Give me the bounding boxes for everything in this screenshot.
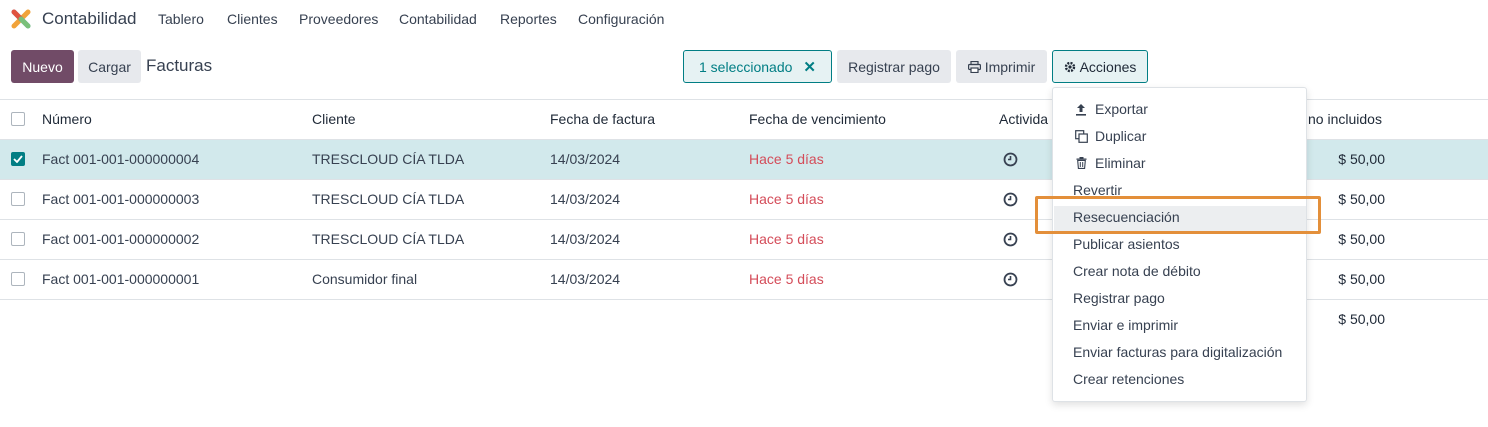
nav-item-configuracion[interactable]: Configuración: [578, 11, 664, 27]
menu-item-register-payment[interactable]: Registrar pago: [1073, 290, 1165, 306]
clock-icon[interactable]: [1003, 192, 1018, 207]
menu-item-label: Duplicar: [1095, 128, 1147, 144]
menu-item-send-print[interactable]: Enviar e imprimir: [1073, 317, 1178, 333]
print-label: Imprimir: [984, 58, 1036, 75]
clock-icon[interactable]: [1003, 272, 1018, 287]
row-checkbox[interactable]: [11, 192, 25, 206]
cell-due-date: Hace 5 días: [749, 191, 824, 207]
cell-customer: TRESCLOUD CÍA TLDA: [312, 231, 465, 247]
menu-item-label: Crear nota de débito: [1073, 263, 1201, 279]
nav-item-clientes[interactable]: Clientes: [227, 11, 278, 27]
nav-item-tablero[interactable]: Tablero: [158, 11, 204, 27]
menu-item-debit-note[interactable]: Crear nota de débito: [1073, 263, 1201, 279]
printer-icon: [967, 60, 981, 73]
copy-icon: [1073, 129, 1089, 143]
print-button[interactable]: Imprimir: [956, 50, 1047, 83]
cell-invoice-date: 14/03/2024: [550, 151, 621, 167]
header-activity[interactable]: Activida: [999, 111, 1048, 127]
trash-icon: [1073, 157, 1089, 169]
cell-customer: TRESCLOUD CÍA TLDA: [312, 191, 465, 207]
actions-button[interactable]: Acciones: [1052, 50, 1148, 83]
menu-item-label: Exportar: [1095, 101, 1148, 117]
clock-icon[interactable]: [1003, 232, 1018, 247]
upload-icon: [1073, 103, 1089, 116]
header-customer[interactable]: Cliente: [312, 111, 356, 127]
clock-icon[interactable]: [1003, 152, 1018, 167]
load-button[interactable]: Cargar: [78, 50, 141, 83]
cell-number: Fact 001-001-000000003: [42, 191, 200, 207]
menu-item-send-digitization[interactable]: Enviar facturas para digitalización: [1073, 344, 1282, 360]
cell-invoice-date: 14/03/2024: [550, 271, 621, 287]
selection-count-label: 1 seleccionado: [699, 58, 793, 75]
menu-item-duplicate[interactable]: Duplicar: [1073, 128, 1146, 144]
header-due-date[interactable]: Fecha de vencimiento: [749, 111, 886, 127]
cell-number: Fact 001-001-000000004: [42, 151, 200, 167]
menu-item-label: Enviar e imprimir: [1073, 317, 1179, 333]
cell-due-date: Hace 5 días: [749, 231, 824, 247]
menu-item-post-entries[interactable]: Publicar asientos: [1073, 236, 1180, 252]
menu-item-create-withholdings[interactable]: Crear retenciones: [1073, 371, 1184, 387]
row-checkbox[interactable]: [11, 232, 25, 246]
clear-selection-icon[interactable]: ✕: [803, 58, 816, 76]
nav-item-contabilidad[interactable]: Contabilidad: [399, 11, 477, 27]
cell-customer: Consumidor final: [312, 271, 418, 287]
menu-item-label: Publicar asientos: [1073, 236, 1180, 252]
cell-invoice-date: 14/03/2024: [550, 231, 621, 247]
nav-item-reportes[interactable]: Reportes: [500, 11, 557, 27]
header-number[interactable]: Número: [42, 111, 92, 127]
row-checkbox[interactable]: [11, 272, 25, 286]
cell-number: Fact 001-001-000000001: [42, 271, 200, 287]
menu-item-export[interactable]: Exportar: [1073, 101, 1148, 117]
cell-number: Fact 001-001-000000002: [42, 231, 200, 247]
row-checkbox[interactable]: [11, 152, 25, 166]
menu-item-label: Registrar pago: [1073, 290, 1165, 306]
select-all-checkbox[interactable]: [11, 112, 25, 126]
top-navbar: Contabilidad Tablero Clientes Proveedore…: [0, 0, 1488, 38]
checkmark-icon: [13, 155, 23, 163]
cell-due-date: Hace 5 días: [749, 271, 824, 287]
cell-invoice-date: 14/03/2024: [550, 191, 621, 207]
accounting-app-icon[interactable]: [11, 9, 32, 30]
app-name[interactable]: Contabilidad: [42, 9, 137, 29]
menu-item-label: Eliminar: [1095, 155, 1146, 171]
selection-badge: 1 seleccionado ✕: [683, 50, 832, 83]
breadcrumb: Facturas: [146, 56, 213, 75]
new-button[interactable]: Nuevo: [11, 50, 74, 83]
nav-item-proveedores[interactable]: Proveedores: [299, 11, 378, 27]
cell-due-date: Hace 5 días: [749, 151, 824, 167]
menu-item-delete[interactable]: Eliminar: [1073, 155, 1146, 171]
actions-label: Acciones: [1079, 58, 1137, 75]
menu-item-label: Crear retenciones: [1073, 371, 1185, 387]
gear-icon: [1064, 61, 1076, 73]
menu-item-label: Enviar facturas para digitalización: [1073, 344, 1283, 360]
register-payment-button[interactable]: Registrar pago: [837, 50, 951, 83]
header-tax-excluded[interactable]: no incluidos: [1308, 111, 1382, 127]
actions-dropdown-menu: Exportar Duplicar Eliminar Revertir Rese…: [1052, 87, 1307, 402]
cell-customer: TRESCLOUD CÍA TLDA: [312, 151, 465, 167]
annotation-highlight-box: [1035, 196, 1321, 234]
header-invoice-date[interactable]: Fecha de factura: [550, 111, 655, 127]
